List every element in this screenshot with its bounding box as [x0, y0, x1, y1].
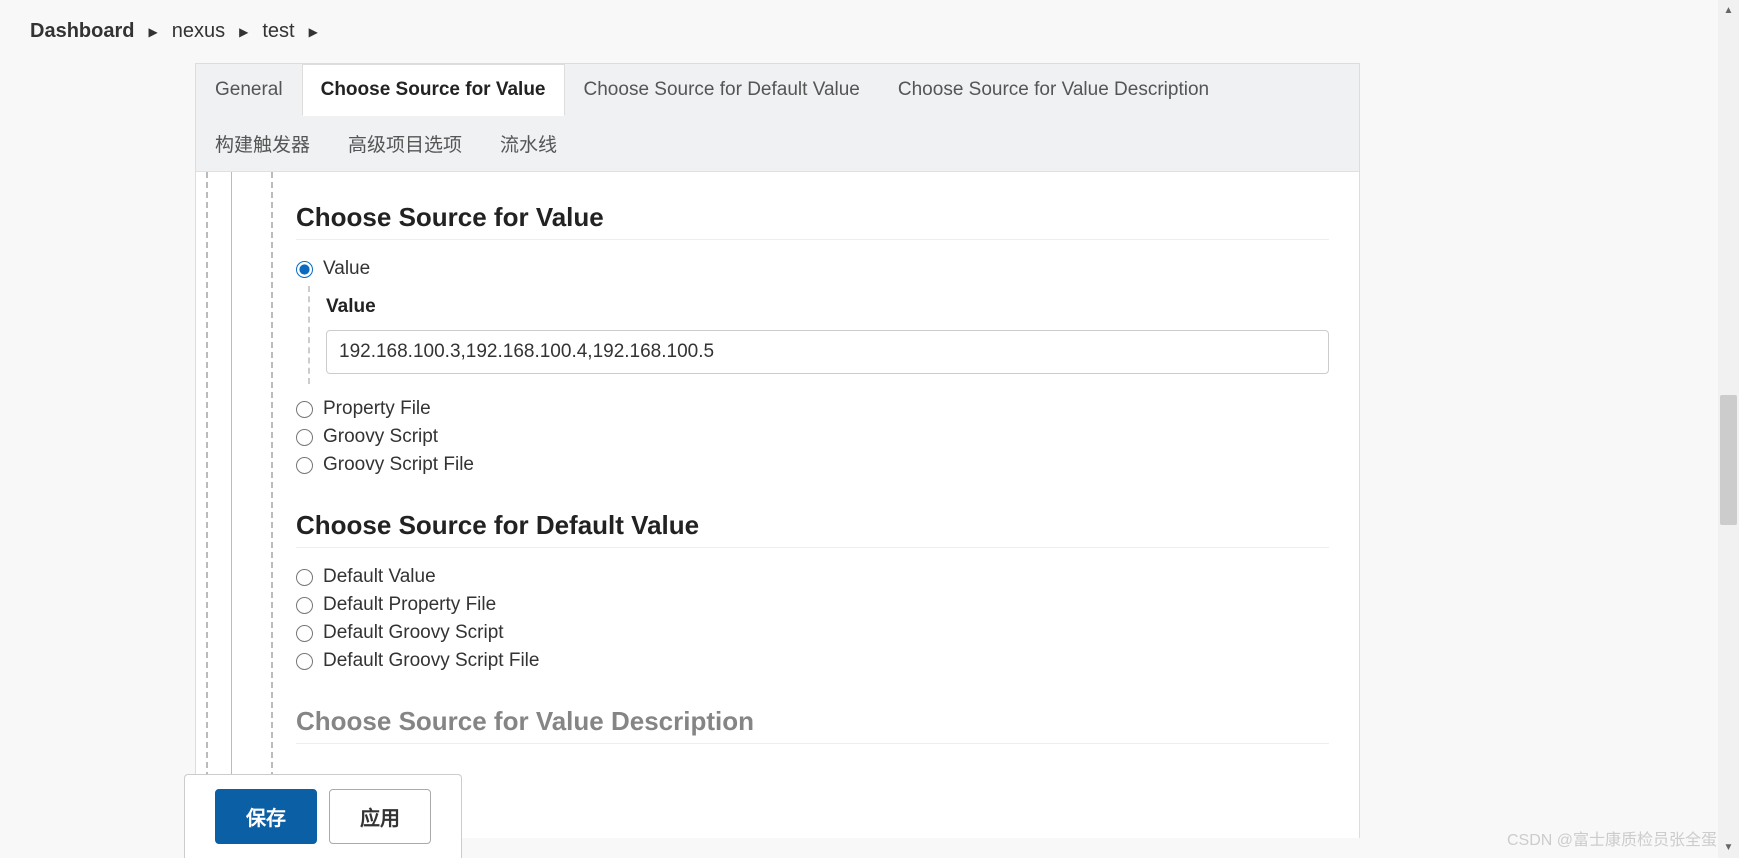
radio-groovy-script-file-label: Groovy Script File [323, 454, 474, 476]
radio-default-value[interactable]: Default Value [296, 566, 1329, 588]
value-input[interactable] [326, 330, 1329, 374]
radio-property-file[interactable]: Property File [296, 398, 1329, 420]
chevron-right-icon: ▶ [239, 25, 248, 39]
drag-handle-outer[interactable] [206, 172, 208, 838]
radio-default-value-label: Default Value [323, 566, 436, 588]
chevron-right-icon: ▶ [148, 25, 157, 39]
tab-pipeline[interactable]: 流水线 [481, 115, 576, 172]
section-divider [296, 743, 1329, 744]
breadcrumb-nexus[interactable]: nexus [172, 20, 225, 43]
tab-general[interactable]: General [196, 64, 302, 116]
breadcrumb-dashboard[interactable]: Dashboard [30, 20, 134, 43]
radio-default-property-file[interactable]: Default Property File [296, 594, 1329, 616]
save-button[interactable]: 保存 [215, 789, 317, 844]
radio-groovy-script-file-input[interactable] [296, 457, 313, 474]
value-subpanel: Value [308, 286, 1329, 384]
tab-choose-source-value[interactable]: Choose Source for Value [302, 64, 565, 116]
tab-choose-source-description[interactable]: Choose Source for Value Description [879, 64, 1228, 116]
section-title-source-value: Choose Source for Value [296, 202, 1329, 233]
radio-default-groovy-script[interactable]: Default Groovy Script [296, 622, 1329, 644]
section-source-description: Choose Source for Value Description [296, 706, 1329, 744]
section-divider [296, 239, 1329, 240]
radio-groovy-script-label: Groovy Script [323, 426, 438, 448]
section-title-source-default: Choose Source for Default Value [296, 510, 1329, 541]
main-panel: General Choose Source for Value Choose S… [195, 63, 1360, 838]
radio-groovy-script-file[interactable]: Groovy Script File [296, 454, 1329, 476]
footer-actions: 保存 应用 [184, 774, 462, 858]
radio-value[interactable]: Value [296, 258, 1329, 280]
radio-property-file-input[interactable] [296, 401, 313, 418]
apply-button[interactable]: 应用 [329, 789, 431, 844]
tab-choose-source-default[interactable]: Choose Source for Default Value [565, 64, 879, 116]
drag-handle-mid[interactable] [231, 172, 232, 838]
radio-value-input[interactable] [296, 261, 313, 278]
section-source-default: Choose Source for Default Value Default … [296, 510, 1329, 672]
radio-value-label: Value [323, 258, 370, 280]
section-divider [296, 547, 1329, 548]
scroll-up-icon[interactable]: ▲ [1718, 0, 1739, 21]
radio-default-groovy-script-label: Default Groovy Script [323, 622, 504, 644]
radio-groovy-script-input[interactable] [296, 429, 313, 446]
content-area: Choose Source for Value Value Value Prop… [196, 172, 1359, 838]
breadcrumb-test[interactable]: test [262, 20, 294, 43]
chevron-right-icon: ▶ [309, 25, 318, 39]
breadcrumb: Dashboard ▶ nexus ▶ test ▶ [0, 0, 1739, 63]
section-source-value: Choose Source for Value Value Value Prop… [296, 202, 1329, 476]
tab-advanced-options[interactable]: 高级项目选项 [329, 115, 481, 172]
tab-bar: General Choose Source for Value Choose S… [196, 64, 1359, 172]
radio-default-property-file-input[interactable] [296, 597, 313, 614]
value-field-label: Value [326, 296, 1329, 318]
tab-build-triggers[interactable]: 构建触发器 [196, 115, 329, 172]
radio-default-groovy-script-file-input[interactable] [296, 653, 313, 670]
section-title-source-description: Choose Source for Value Description [296, 706, 1329, 737]
radio-default-value-input[interactable] [296, 569, 313, 586]
radio-groovy-script[interactable]: Groovy Script [296, 426, 1329, 448]
radio-default-groovy-script-file[interactable]: Default Groovy Script File [296, 650, 1329, 672]
radio-default-groovy-script-file-label: Default Groovy Script File [323, 650, 539, 672]
radio-default-groovy-script-input[interactable] [296, 625, 313, 642]
radio-property-file-label: Property File [323, 398, 431, 420]
scrollbar-thumb[interactable] [1720, 395, 1737, 525]
radio-default-property-file-label: Default Property File [323, 594, 496, 616]
drag-handle-inner[interactable] [271, 172, 273, 838]
scroll-down-icon[interactable]: ▼ [1718, 837, 1739, 858]
watermark: CSDN @富士康质检员张全蛋 [1507, 826, 1717, 850]
scrollbar-track[interactable]: ▲ ▼ [1718, 0, 1739, 858]
